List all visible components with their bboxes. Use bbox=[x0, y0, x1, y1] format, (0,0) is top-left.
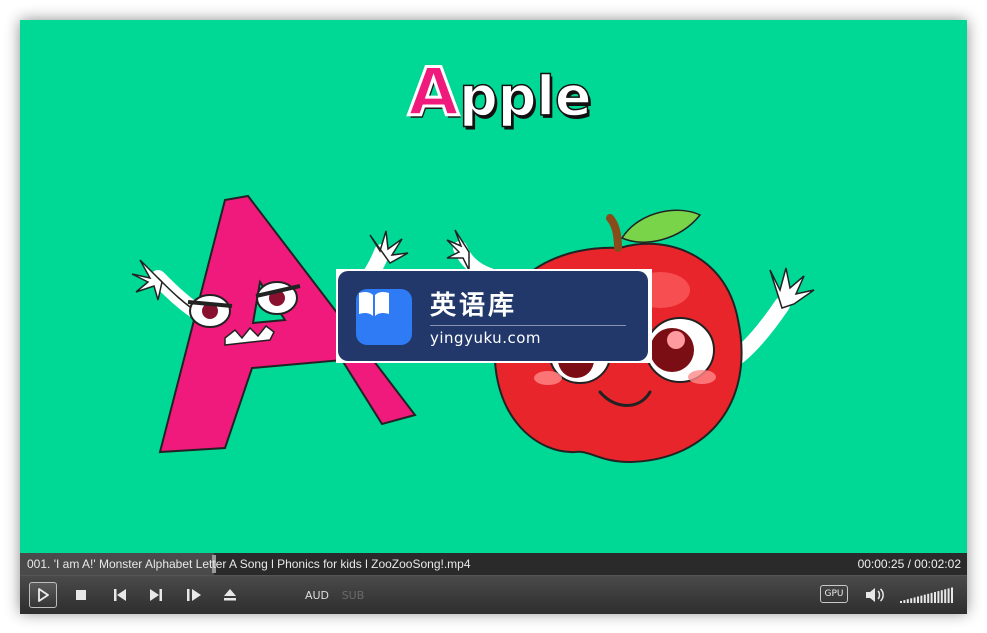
volume-level-bars bbox=[900, 587, 953, 603]
volume-bar bbox=[917, 596, 919, 603]
volume-bar bbox=[944, 589, 947, 603]
watermark-panel: 英语库 yingyuku.com bbox=[338, 271, 648, 361]
video-area[interactable]: Apple 英语库 yingyuku.com bbox=[20, 20, 967, 553]
eject-icon bbox=[224, 589, 236, 601]
speaker-icon bbox=[866, 588, 884, 602]
volume-bar bbox=[903, 600, 906, 603]
volume-bar bbox=[937, 591, 940, 603]
next-button[interactable] bbox=[146, 584, 166, 606]
watermark-badge: 英语库 yingyuku.com bbox=[336, 269, 652, 363]
audio-track-button[interactable]: AUD bbox=[304, 584, 330, 606]
volume-bar bbox=[940, 590, 943, 603]
volume-bar bbox=[923, 594, 926, 603]
volume-bar bbox=[951, 587, 953, 603]
video-title-word: Apple bbox=[406, 48, 608, 138]
previous-icon bbox=[114, 589, 126, 601]
control-bar: AUD SUB GPU bbox=[20, 575, 967, 614]
previous-button[interactable] bbox=[110, 584, 130, 606]
volume-bar bbox=[934, 592, 936, 603]
watermark-divider bbox=[430, 325, 626, 326]
volume-bar bbox=[910, 598, 913, 603]
watermark-name: 英语库 bbox=[430, 291, 518, 321]
mute-button[interactable] bbox=[864, 584, 886, 606]
volume-bar bbox=[920, 595, 923, 603]
play-icon bbox=[38, 588, 49, 602]
title-first-letter: A bbox=[406, 53, 460, 133]
book-icon bbox=[356, 289, 412, 345]
file-name: 001. 'I am A!' Monster Alphabet Letter A… bbox=[27, 557, 471, 571]
volume-bar bbox=[930, 592, 933, 603]
volume-bar bbox=[906, 599, 909, 603]
frame-step-button[interactable] bbox=[184, 584, 204, 606]
title-rest-letters: pple bbox=[458, 64, 592, 129]
time-display: 00:00:25 / 00:02:02 bbox=[857, 557, 961, 571]
subtitle-button[interactable]: SUB bbox=[340, 584, 366, 606]
gpu-button[interactable]: GPU bbox=[820, 585, 848, 603]
stop-button[interactable] bbox=[72, 584, 90, 606]
volume-bar bbox=[900, 601, 902, 603]
volume-bar bbox=[913, 597, 916, 603]
volume-slider[interactable] bbox=[900, 584, 956, 606]
eject-button[interactable] bbox=[220, 584, 240, 606]
seek-bar[interactable]: 001. 'I am A!' Monster Alphabet Letter A… bbox=[20, 553, 967, 575]
next-icon bbox=[150, 589, 162, 601]
watermark-url: yingyuku.com bbox=[430, 329, 541, 347]
frame-step-icon bbox=[187, 589, 201, 601]
play-button[interactable] bbox=[29, 582, 57, 608]
stop-icon bbox=[76, 590, 86, 600]
volume-bar bbox=[947, 588, 950, 603]
media-player-window: Apple 英语库 yingyuku.com 001. 'I am A!' Mo… bbox=[20, 20, 967, 614]
volume-bar bbox=[927, 593, 930, 603]
